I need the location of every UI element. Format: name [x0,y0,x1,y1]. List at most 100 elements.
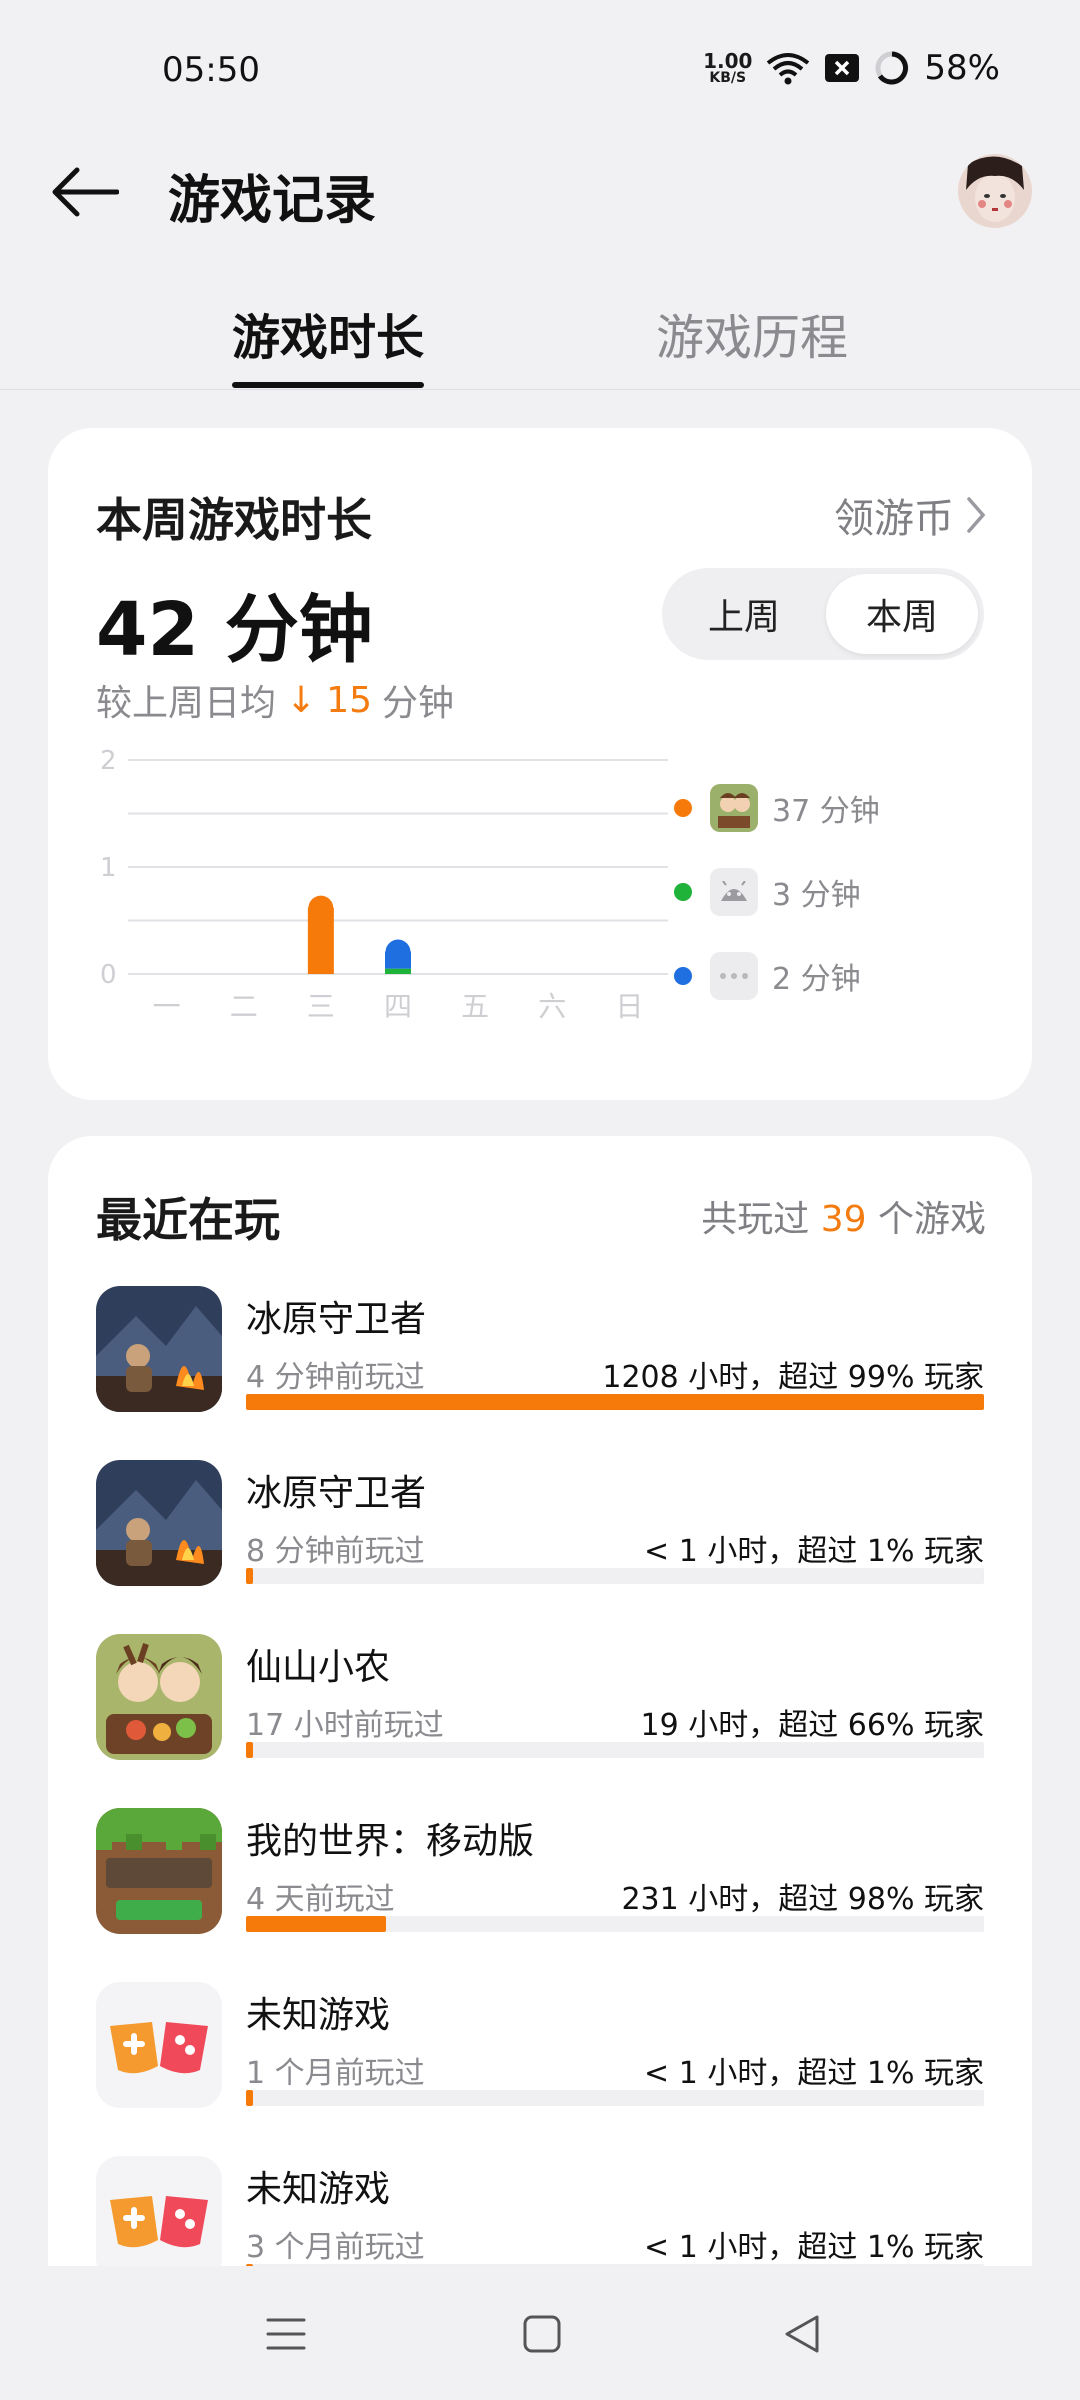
playtime-progress-fill [246,1394,984,1410]
game-row[interactable]: 未知游戏 3 个月前玩过 < 1 小时，超过 1% 玩家 [96,2156,984,2266]
game-row[interactable]: 我的世界：移动版 4 天前玩过 231 小时，超过 98% 玩家 [96,1808,984,1982]
game-row[interactable]: 仙山小农 17 小时前玩过 19 小时，超过 66% 玩家 [96,1634,984,1808]
game-list: 冰原守卫者 4 分钟前玩过 1208 小时，超过 99% 玩家 冰原守卫者 8 … [96,1286,984,2266]
weekly-total: 42 分钟 [96,587,373,673]
chevron-right-icon [967,497,986,533]
segment-this-week[interactable]: 本周 [826,574,978,654]
chart-legend: 37 分钟 3 分钟 2 分钟 [674,766,994,1018]
game-last-played: 4 天前玩过 [246,1882,395,1917]
status-bar: 05:50 1.00 KB/S 58% [0,0,1080,140]
home-square-icon [523,2315,561,2353]
game-name: 冰原守卫者 [246,1299,427,1340]
status-time: 05:50 [162,50,260,90]
game-last-played: 17 小时前玩过 [246,1708,444,1743]
legend-dot [674,799,692,817]
x-tick-label: 三 [307,990,335,1023]
active-tab-indicator [232,382,424,388]
battery-ring-icon [875,51,909,85]
more-icon [710,952,758,1000]
net-speed: 1.00 KB/S [703,51,752,85]
game-playtime-stat: < 1 小时，超过 1% 玩家 [644,2056,984,2091]
legend-label: 37 分钟 [772,794,880,829]
game-last-played: 3 个月前玩过 [246,2230,425,2265]
farm-game-icon [96,1634,222,1760]
game-name: 冰原守卫者 [246,1473,427,1514]
android-icon [710,868,758,916]
playtime-progress-track [246,1742,984,1758]
system-nav-bar [0,2266,1080,2400]
down-arrow-icon: ↓ [286,679,317,721]
game-name: 仙山小农 [246,1647,391,1688]
playtime-progress-fill [246,1568,254,1584]
game-playtime-stat: < 1 小时，超过 1% 玩家 [644,1534,984,1569]
playtime-progress-track [246,1568,984,1584]
wifi-icon [767,53,810,85]
game-row[interactable]: 未知游戏 1 个月前玩过 < 1 小时，超过 1% 玩家 [96,1982,984,2156]
net-speed-value: 1.00 [703,49,753,73]
game-row[interactable]: 冰原守卫者 4 分钟前玩过 1208 小时，超过 99% 玩家 [96,1286,984,1460]
x-tick-label: 五 [461,990,489,1023]
page-title: 游戏记录 [168,171,377,231]
home-button[interactable] [510,2302,574,2366]
chart-svg: 0 1 2 一 二 三 四 五 六 日 [100,746,668,1023]
x-tick-label: 一 [153,990,181,1023]
playtime-progress-track [246,2090,984,2106]
compare-line: 较上周日均 ↓ 15 分钟 [96,674,454,726]
system-back-button[interactable] [770,2302,834,2366]
playtime-progress-fill [246,1916,387,1932]
weekly-bar-chart: 0 1 2 一 二 三 四 五 六 日 [88,744,688,1044]
chart-bar-cap [385,939,411,965]
sim-off-icon [825,54,860,82]
back-arrow-icon [52,167,119,217]
legend-label: 2 分钟 [772,962,861,997]
playtime-progress-fill [246,2090,254,2106]
legend-item: 2 分钟 [674,934,994,1018]
claim-coins-label: 领游币 [834,496,954,542]
week-segment-control: 上周 本周 [662,568,984,660]
legend-dot [674,967,692,985]
weekly-playtime-card: 本周游戏时长 领游币 42 分钟 较上周日均 ↓ 15 分钟 上周 本周 0 1 2… [48,428,1032,1100]
game-row[interactable]: 冰原守卫者 8 分钟前玩过 < 1 小时，超过 1% 玩家 [96,1460,984,1634]
claim-coins-link[interactable]: 领游币 [834,486,986,544]
x-tick-label: 六 [538,990,566,1023]
net-speed-unit: KB/S [709,70,747,86]
count-prefix: 共玩过 [701,1199,810,1240]
gamepad-icon [96,2156,222,2266]
game-playtime-stat: 1208 小时，超过 99% 玩家 [602,1360,984,1395]
game-last-played: 4 分钟前玩过 [246,1360,425,1395]
x-tick-label: 二 [230,990,258,1023]
legend-label: 3 分钟 [772,878,861,913]
count-suffix: 个游戏 [877,1199,986,1240]
avatar[interactable] [958,154,1032,228]
segment-last-week[interactable]: 上周 [668,574,820,654]
legend-item: 37 分钟 [674,766,994,850]
menu-icon [266,2318,306,2350]
y-tick-label: 1 [100,853,117,883]
playtime-progress-track [246,1916,984,1932]
game-name: 未知游戏 [246,2169,391,2210]
legend-dot [674,883,692,901]
back-button[interactable] [48,160,122,224]
playtime-progress-fill [246,1742,254,1758]
game-playtime-stat: < 1 小时，超过 1% 玩家 [644,2230,984,2265]
recently-played-card: 最近在玩 共玩过 39 个游戏 冰原守卫者 4 分钟前玩过 1208 小时，超过… [48,1136,1032,2266]
compare-value: 15 [326,679,372,721]
y-tick-label: 2 [100,746,117,776]
game-name: 我的世界：移动版 [246,1821,535,1862]
weekly-playtime-title: 本周游戏时长 [96,493,372,547]
game-playtime-stat: 231 小时，超过 98% 玩家 [621,1882,984,1917]
status-icons: 1.00 KB/S 58% [703,48,1000,88]
chart-bar-cap [308,895,334,921]
playtime-progress-track [246,1394,984,1410]
tab-play-duration[interactable]: 游戏时长 [232,298,424,368]
gamepad-icon [96,1982,222,2108]
avatar-image [958,154,1032,228]
game-last-played: 8 分钟前玩过 [246,1534,425,1569]
campfire-game-icon [96,1460,222,1586]
tab-play-history[interactable]: 游戏历程 [656,298,848,368]
legend-item: 3 分钟 [674,850,994,934]
minecraft-game-icon [96,1808,222,1934]
recent-apps-button[interactable] [254,2302,318,2366]
game-last-played: 1 个月前玩过 [246,2056,425,2091]
back-triangle-icon [785,2315,819,2353]
